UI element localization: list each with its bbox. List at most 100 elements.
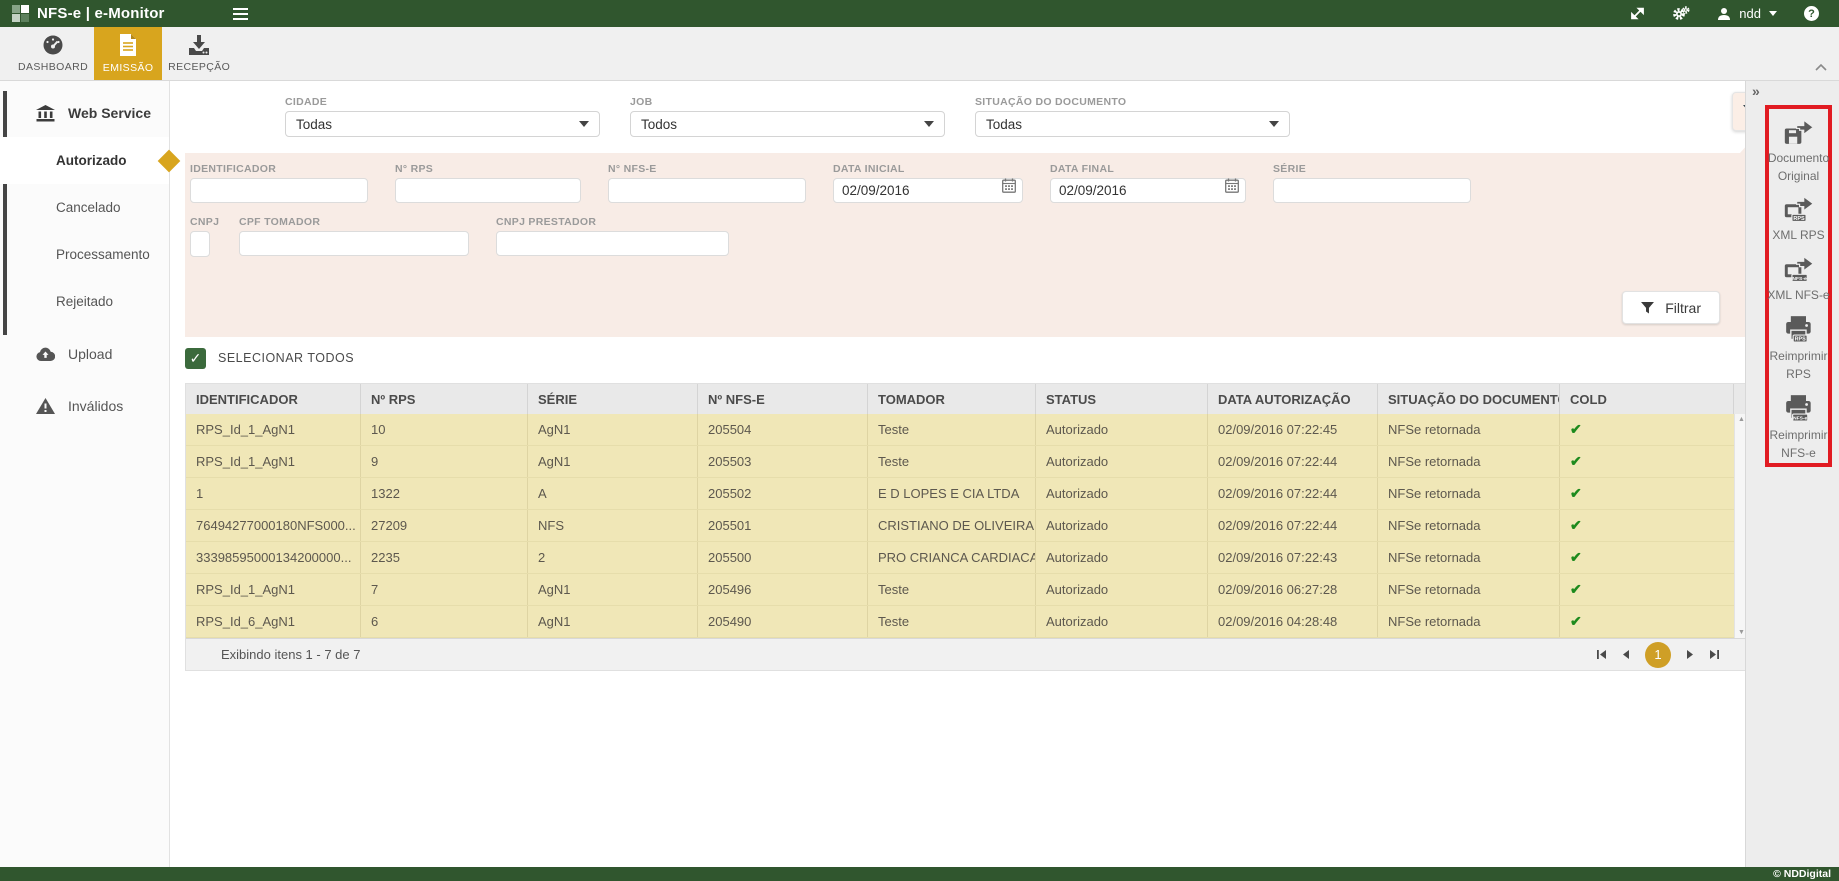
pager-prev-button[interactable] bbox=[1622, 649, 1630, 660]
tab-recepcao[interactable]: RECEPÇÃO bbox=[162, 27, 236, 80]
pager-page-1[interactable]: 1 bbox=[1645, 642, 1671, 668]
table-row[interactable]: RPS_Id_1_AgN17AgN1205496TesteAutorizado0… bbox=[186, 574, 1748, 606]
user-menu[interactable]: ndd bbox=[1717, 6, 1777, 21]
table-cell: 205496 bbox=[698, 574, 868, 605]
reimprimir-rps-button[interactable]: RPS Reimprimir RPS bbox=[1757, 315, 1839, 383]
panel-collapse-icon[interactable]: » bbox=[1752, 83, 1760, 99]
filter-row-inputs-1: IDENTIFICADOR N° RPS N° NFS-E DATA INICI… bbox=[190, 163, 1770, 203]
table-row[interactable]: RPS_Id_1_AgN110AgN1205504TesteAutorizado… bbox=[186, 414, 1748, 446]
cloud-upload-icon bbox=[36, 347, 55, 362]
table-cell: 33398595000134200000... bbox=[186, 542, 361, 573]
table-row[interactable]: 11322A205502E D LOPES E CIA LTDAAutoriza… bbox=[186, 478, 1748, 510]
calendar-icon[interactable] bbox=[1225, 178, 1239, 198]
toolbar-collapse-icon[interactable] bbox=[1815, 58, 1827, 76]
scroll-up-icon[interactable]: ▲ bbox=[1738, 416, 1745, 423]
column-header[interactable]: IDENTIFICADOR bbox=[186, 384, 361, 414]
printer-rps-icon: RPS bbox=[1783, 315, 1815, 343]
serie-input[interactable] bbox=[1273, 178, 1471, 203]
sidebar-item-cancelado[interactable]: Cancelado bbox=[0, 184, 169, 231]
data-final-field: DATA FINAL bbox=[1050, 163, 1246, 203]
sidebar-item-processamento[interactable]: Processamento bbox=[0, 231, 169, 278]
cidade-value: Todas bbox=[296, 117, 332, 132]
cpf-tomador-label: CPF TOMADOR bbox=[239, 216, 469, 228]
tab-label: RECEPÇÃO bbox=[168, 61, 230, 73]
filter-row-selects: CIDADE Todas JOB Todos SITUAÇÃO DO DOCUM… bbox=[185, 96, 1770, 137]
svg-text:NFS-e: NFS-e bbox=[1792, 275, 1807, 281]
column-header[interactable]: DATA AUTORIZAÇÃO bbox=[1208, 384, 1378, 414]
column-header[interactable]: SÉRIE bbox=[528, 384, 698, 414]
data-inicial-input[interactable] bbox=[833, 178, 1023, 203]
cidade-select[interactable]: Todas bbox=[285, 111, 600, 137]
ndd-logo-icon bbox=[12, 5, 29, 22]
table-cell: AgN1 bbox=[528, 414, 698, 445]
table-row[interactable]: RPS_Id_1_AgN19AgN1205503TesteAutorizado0… bbox=[186, 446, 1748, 478]
tab-emissao[interactable]: EMISSÃO bbox=[94, 27, 162, 80]
user-name: ndd bbox=[1739, 6, 1761, 21]
table-cell: Teste bbox=[868, 606, 1036, 637]
sidebar-item-upload[interactable]: Upload bbox=[0, 331, 169, 377]
xml-rps-button[interactable]: RPS XML RPS bbox=[1757, 196, 1839, 245]
calendar-icon[interactable] bbox=[1002, 178, 1016, 198]
annotation-red-box: Documento Original RPS XML RPS bbox=[1765, 105, 1832, 467]
fullscreen-icon[interactable] bbox=[1630, 6, 1645, 21]
table-cell: RPS_Id_1_AgN1 bbox=[186, 574, 361, 605]
pager-next-button[interactable] bbox=[1686, 649, 1694, 660]
table-row[interactable]: RPS_Id_6_AgN16AgN1205490TesteAutorizado0… bbox=[186, 606, 1748, 638]
table-cell: 205503 bbox=[698, 446, 868, 477]
cnpj-checkbox[interactable] bbox=[190, 231, 210, 257]
cpf-tomador-input[interactable] bbox=[239, 231, 469, 256]
job-select[interactable]: Todos bbox=[630, 111, 945, 137]
table-cell: 27209 bbox=[361, 510, 528, 541]
table-cell: Autorizado bbox=[1036, 542, 1208, 573]
identificador-input[interactable] bbox=[190, 178, 368, 203]
xml-nfse-button[interactable]: NFS-e XML NFS-e bbox=[1757, 256, 1839, 305]
cold-check-icon: ✔ bbox=[1560, 574, 1748, 605]
select-all-checkbox[interactable]: ✓ bbox=[185, 348, 206, 369]
documento-original-button[interactable]: Documento Original bbox=[1757, 119, 1839, 185]
column-header[interactable]: Nº RPS bbox=[361, 384, 528, 414]
table-cell: 9 bbox=[361, 446, 528, 477]
select-all-label: SELECIONAR TODOS bbox=[218, 351, 354, 365]
filter-panel: IDENTIFICADOR N° RPS N° NFS-E DATA INICI… bbox=[185, 153, 1770, 337]
sidebar-item-rejeitado[interactable]: Rejeitado bbox=[0, 278, 169, 325]
table-cell: NFSe retornada bbox=[1378, 414, 1560, 445]
scroll-down-icon[interactable]: ▼ bbox=[1738, 629, 1745, 636]
table-row[interactable]: 76494277000180NFS000...27209NFS205501CRI… bbox=[186, 510, 1748, 542]
table-cell: 02/09/2016 07:22:45 bbox=[1208, 414, 1378, 445]
reimprimir-nfse-button[interactable]: NFS-e Reimprimir NFS-e bbox=[1757, 394, 1839, 462]
pager-last-button[interactable] bbox=[1709, 649, 1720, 660]
sidebar-item-web-service[interactable]: Web Service bbox=[0, 89, 169, 137]
table-row[interactable]: 33398595000134200000...22352205500PRO CR… bbox=[186, 542, 1748, 574]
column-header[interactable]: COLD bbox=[1560, 384, 1734, 414]
cnpj-prestador-input[interactable] bbox=[496, 231, 729, 256]
situacao-documento-value: Todas bbox=[986, 117, 1022, 132]
table-cell: CRISTIANO DE OLIVEIRA ... bbox=[868, 510, 1036, 541]
data-final-input[interactable] bbox=[1050, 178, 1246, 203]
tab-dashboard[interactable]: DASHBOARD bbox=[12, 27, 94, 80]
cidade-label: CIDADE bbox=[285, 96, 600, 108]
menu-hamburger-icon[interactable] bbox=[233, 8, 248, 20]
sidebar-item-autorizado[interactable]: Autorizado bbox=[0, 137, 169, 184]
xml-nfse-icon: NFS-e bbox=[1783, 256, 1815, 282]
column-header[interactable]: STATUS bbox=[1036, 384, 1208, 414]
help-icon[interactable]: ? bbox=[1804, 6, 1819, 21]
app-window: NFS-e | e-Monitor ndd ? DASHBOARD bbox=[0, 0, 1839, 881]
table-cell: NFSe retornada bbox=[1378, 446, 1560, 477]
situacao-documento-field: SITUAÇÃO DO DOCUMENTO Todas bbox=[975, 96, 1290, 137]
funnel-icon bbox=[1641, 302, 1654, 314]
column-header[interactable]: Nº NFS-E bbox=[698, 384, 868, 414]
table-cell: 205502 bbox=[698, 478, 868, 509]
table-cell: 02/09/2016 06:27:28 bbox=[1208, 574, 1378, 605]
n-nfse-input[interactable] bbox=[608, 178, 806, 203]
column-header[interactable]: SITUAÇÃO DO DOCUMENTO bbox=[1378, 384, 1560, 414]
filtrar-button[interactable]: Filtrar bbox=[1622, 291, 1720, 324]
column-header[interactable]: TOMADOR bbox=[868, 384, 1036, 414]
action-label: Reimprimir RPS bbox=[1757, 348, 1839, 383]
settings-gears-icon[interactable] bbox=[1672, 6, 1690, 21]
situacao-documento-select[interactable]: Todas bbox=[975, 111, 1290, 137]
n-rps-input[interactable] bbox=[395, 178, 581, 203]
sidebar-item-invalidos[interactable]: Inválidos bbox=[0, 383, 169, 429]
pager-first-button[interactable] bbox=[1596, 649, 1607, 660]
sidebar-group-label: Web Service bbox=[68, 105, 151, 121]
action-label: Reimprimir NFS-e bbox=[1757, 427, 1839, 462]
